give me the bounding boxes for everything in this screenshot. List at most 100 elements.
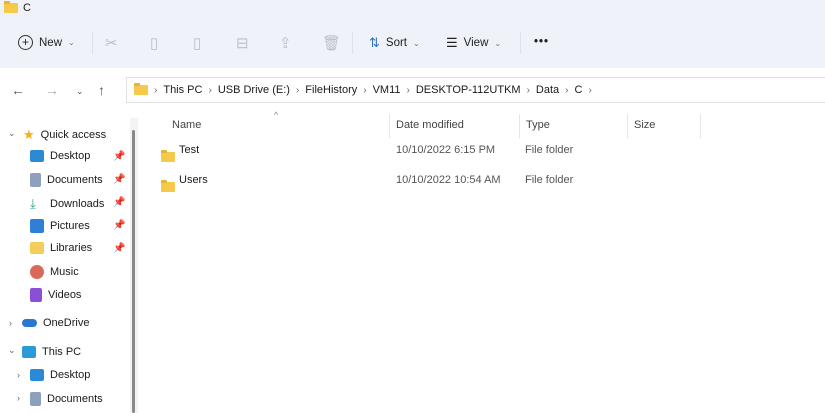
chevron-right-icon[interactable]: › bbox=[17, 393, 20, 403]
chevron-down-icon[interactable]: ⌄ bbox=[8, 345, 16, 356]
view-label: View bbox=[463, 37, 489, 49]
sort-button[interactable]: ⇅ Sort ⌄ bbox=[369, 35, 420, 51]
column-divider[interactable] bbox=[519, 114, 520, 138]
breadcrumb-desktop[interactable]: DESKTOP-112UTKM bbox=[416, 84, 521, 96]
chevron-down-icon: ⌄ bbox=[68, 38, 75, 47]
download-icon: ⤓ bbox=[30, 196, 36, 211]
divider bbox=[352, 32, 353, 54]
pin-icon: 📌 bbox=[113, 174, 126, 185]
sidebar-label: Pictures bbox=[50, 220, 90, 232]
cut-icon[interactable]: ✂ bbox=[105, 34, 118, 52]
sidebar-item-quick-access[interactable]: ★ Quick access bbox=[23, 127, 106, 143]
view-icon: ☰ bbox=[446, 35, 458, 50]
column-header-type[interactable]: Type bbox=[526, 119, 550, 131]
sidebar-item-this-pc[interactable]: This PC bbox=[22, 346, 81, 358]
command-area bbox=[0, 0, 825, 68]
sidebar-label: Desktop bbox=[50, 150, 91, 162]
sidebar-label: Documents bbox=[47, 174, 103, 186]
desktop-icon bbox=[30, 369, 44, 381]
chevron-down-icon: ⌄ bbox=[494, 38, 502, 48]
sidebar-item-desktop[interactable]: Desktop bbox=[30, 150, 90, 162]
sidebar-item-pc-desktop[interactable]: Desktop bbox=[30, 369, 90, 381]
sidebar-item-downloads[interactable]: ⤓ Downloads bbox=[30, 196, 104, 212]
plus-circle-icon: + bbox=[18, 35, 33, 50]
column-header-name[interactable]: Name bbox=[172, 119, 201, 131]
sidebar-label: OneDrive bbox=[43, 317, 90, 329]
window-title: C bbox=[4, 1, 31, 14]
sidebar-item-libraries[interactable]: Libraries bbox=[30, 242, 92, 254]
breadcrumb-separator: › bbox=[208, 84, 212, 96]
sidebar-label: This PC bbox=[42, 346, 82, 358]
forward-arrow-icon[interactable]: → bbox=[45, 82, 59, 98]
view-button[interactable]: ☰ View ⌄ bbox=[446, 35, 501, 51]
sidebar-item-videos[interactable]: Videos bbox=[30, 288, 81, 302]
sidebar-item-music[interactable]: Music bbox=[30, 265, 79, 279]
breadcrumb-usb-drive[interactable]: USB Drive (E:) bbox=[218, 84, 290, 96]
videos-icon bbox=[30, 288, 42, 302]
sidebar-label: Libraries bbox=[50, 242, 93, 254]
share-icon[interactable]: ⇪ bbox=[279, 34, 292, 52]
folder-icon bbox=[161, 150, 175, 162]
breadcrumb-this-pc[interactable]: This PC bbox=[163, 84, 202, 96]
documents-icon bbox=[30, 392, 41, 406]
computer-icon bbox=[22, 346, 36, 358]
breadcrumb-separator: › bbox=[406, 84, 410, 96]
pin-icon: 📌 bbox=[113, 220, 126, 231]
sidebar-label: Videos bbox=[48, 289, 82, 301]
sidebar-label: Quick access bbox=[40, 129, 107, 141]
chevron-down-icon[interactable]: ⌄ bbox=[8, 128, 16, 139]
new-label: New bbox=[39, 36, 63, 49]
breadcrumb-separator: › bbox=[154, 84, 158, 96]
chevron-right-icon[interactable]: › bbox=[17, 370, 20, 380]
file-date: 10/10/2022 6:15 PM bbox=[396, 144, 496, 156]
sidebar-item-pictures[interactable]: Pictures bbox=[30, 219, 90, 233]
column-divider[interactable] bbox=[389, 114, 390, 138]
more-options-button[interactable]: ••• bbox=[534, 36, 549, 48]
folder-icon bbox=[134, 83, 148, 95]
column-divider[interactable] bbox=[700, 114, 701, 138]
divider bbox=[520, 32, 521, 54]
sidebar-item-documents[interactable]: Documents bbox=[30, 173, 103, 187]
sidebar-scrollbar[interactable] bbox=[130, 118, 138, 413]
file-name: Users bbox=[179, 174, 208, 186]
file-name: Test bbox=[179, 144, 200, 156]
recent-chevron-icon[interactable]: ⌄ bbox=[76, 86, 84, 97]
breadcrumb-separator: › bbox=[565, 84, 569, 96]
column-header-date-modified[interactable]: Date modified bbox=[396, 119, 464, 131]
breadcrumb-separator: › bbox=[526, 84, 530, 96]
copy-icon[interactable]: ▯ bbox=[150, 34, 158, 52]
file-type: File folder bbox=[525, 174, 574, 186]
libraries-icon bbox=[30, 242, 44, 254]
cloud-icon bbox=[22, 319, 37, 327]
sidebar-item-onedrive[interactable]: OneDrive bbox=[22, 317, 89, 329]
column-header-size[interactable]: Size bbox=[634, 119, 655, 131]
music-icon bbox=[30, 265, 44, 279]
folder-icon bbox=[161, 180, 175, 192]
up-arrow-icon[interactable]: ↑ bbox=[98, 82, 105, 98]
delete-icon[interactable]: 🗑 bbox=[322, 34, 341, 52]
scrollbar-thumb[interactable] bbox=[132, 130, 135, 413]
breadcrumb-separator: › bbox=[363, 84, 367, 96]
address-bar[interactable]: › This PC › USB Drive (E:) › FileHistory › … bbox=[126, 77, 825, 103]
desktop-icon bbox=[30, 150, 44, 162]
chevron-right-icon[interactable]: › bbox=[9, 318, 12, 328]
rename-icon[interactable]: ⊟ bbox=[236, 34, 249, 52]
sidebar-item-pc-documents[interactable]: Documents bbox=[30, 392, 103, 406]
pin-icon: 📌 bbox=[113, 197, 126, 208]
chevron-down-icon: ⌄ bbox=[413, 38, 420, 48]
column-divider[interactable] bbox=[627, 114, 628, 138]
breadcrumb-data[interactable]: Data bbox=[536, 84, 559, 96]
breadcrumb-c[interactable]: C bbox=[575, 84, 583, 96]
file-date: 10/10/2022 10:54 AM bbox=[396, 174, 501, 186]
back-arrow-icon[interactable]: ← bbox=[11, 82, 25, 98]
paste-icon[interactable]: ▯ bbox=[193, 34, 201, 52]
sort-icon: ⇅ bbox=[369, 35, 380, 50]
folder-icon bbox=[4, 1, 18, 13]
breadcrumb-vm11[interactable]: VM11 bbox=[373, 84, 401, 96]
divider bbox=[92, 32, 93, 54]
pin-icon: 📌 bbox=[113, 243, 126, 254]
sidebar-label: Downloads bbox=[50, 198, 105, 210]
sidebar-label: Music bbox=[50, 266, 79, 278]
new-button[interactable]: + New ⌄ bbox=[18, 35, 75, 50]
breadcrumb-filehistory[interactable]: FileHistory bbox=[305, 84, 357, 96]
